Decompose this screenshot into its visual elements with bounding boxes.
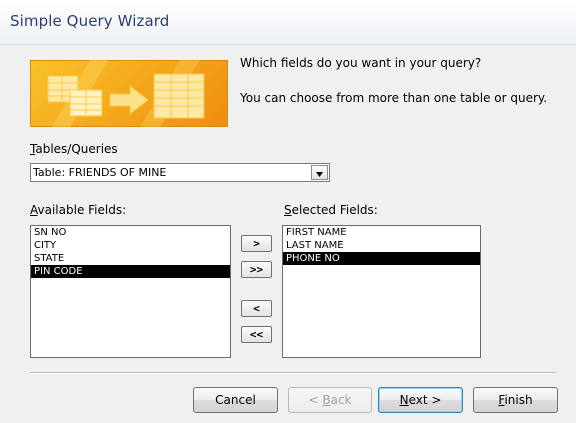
prompt-hint: You can choose from more than one table … (240, 91, 548, 105)
back-button-prefix: < (308, 393, 323, 407)
available-fields-label-text: vailable Fields: (37, 203, 127, 217)
selected-field-item-selected[interactable]: PHONE NO (283, 252, 480, 265)
available-fields-label-accel: A (30, 203, 38, 217)
available-field-item[interactable]: STATE (31, 252, 230, 265)
tables-queries-selected-value: Table: FRIENDS OF MINE (33, 166, 167, 179)
title-bar: Simple Query Wizard (0, 0, 576, 45)
next-button-text: ext > (408, 393, 442, 407)
selected-fields-label-text: elected Fields: (291, 203, 378, 217)
finish-button-text: inish (504, 393, 533, 407)
selected-field-item[interactable]: FIRST NAME (283, 226, 480, 239)
next-button-accel: N (399, 393, 409, 407)
result-table-icon (153, 73, 205, 119)
back-button-text: ack (330, 393, 352, 407)
cancel-button[interactable]: Cancel (193, 387, 278, 413)
selected-fields-label-accel: S (284, 203, 292, 217)
add-all-fields-button[interactable]: >> (241, 261, 272, 278)
footer-divider (30, 372, 556, 373)
chevron-down-icon (316, 172, 323, 177)
back-button-accel: B (322, 393, 331, 407)
tables-queries-label-text: ables/Queries (35, 142, 118, 156)
dropdown-button[interactable] (311, 165, 328, 180)
finish-button[interactable]: Finish (473, 387, 558, 413)
remove-all-fields-button[interactable]: << (241, 326, 272, 343)
add-field-button[interactable]: > (241, 235, 272, 252)
wizard-illustration-icon (30, 60, 228, 127)
tables-queries-select[interactable]: Table: FRIENDS OF MINE (30, 163, 330, 182)
back-button[interactable]: < Back (288, 387, 372, 413)
remove-field-button[interactable]: < (241, 300, 272, 317)
simple-query-wizard-dialog: Simple Query Wizard Which fields do you … (0, 0, 576, 423)
arrow-right-icon (109, 84, 149, 116)
available-fields-label: Available Fields: (30, 203, 126, 217)
window-title: Simple Query Wizard (10, 12, 170, 30)
selected-fields-list[interactable]: FIRST NAME LAST NAME PHONE NO (282, 225, 481, 358)
next-button[interactable]: Next > (378, 387, 463, 413)
tables-queries-label: Tables/Queries (30, 142, 118, 156)
available-field-item[interactable]: SN NO (31, 226, 230, 239)
source-table-icon-2 (69, 89, 103, 117)
available-field-item-selected[interactable]: PIN CODE (31, 265, 230, 278)
selected-field-item[interactable]: LAST NAME (283, 239, 480, 252)
selected-fields-label: Selected Fields: (284, 203, 378, 217)
tables-to-query-illustration (47, 60, 205, 127)
available-field-item[interactable]: CITY (31, 239, 230, 252)
available-fields-list[interactable]: SN NO CITY STATE PIN CODE (30, 225, 231, 358)
prompt-question: Which fields do you want in your query? (240, 56, 482, 70)
